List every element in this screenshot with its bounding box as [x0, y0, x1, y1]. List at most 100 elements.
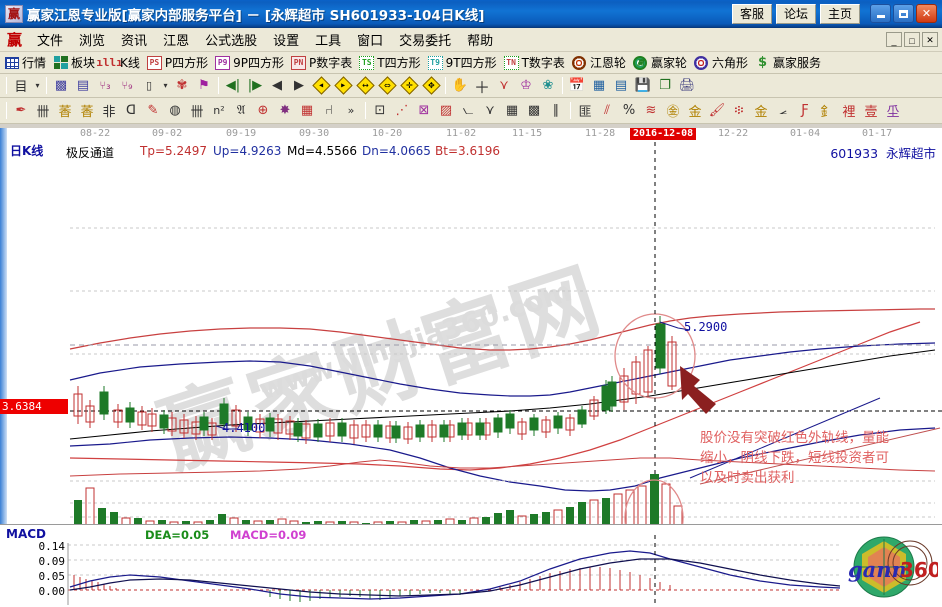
toolbar-p-number-button[interactable]: PN P数字表	[289, 53, 357, 73]
toolbar-t-square-button[interactable]: TS T四方形	[357, 53, 425, 73]
arch-icon[interactable]: ፨	[728, 100, 750, 121]
wave9-icon[interactable]: ⑂₉	[116, 75, 138, 96]
last-page-icon[interactable]: |▶	[244, 75, 266, 96]
toolbar-kline-button[interactable]: ıllı K线	[96, 53, 145, 73]
gann-fan-gold2-icon[interactable]: 萫	[76, 100, 98, 121]
first-page-icon[interactable]: ◀|	[222, 75, 244, 96]
pencil-red-icon[interactable]: ✎	[142, 100, 164, 121]
zoom-in-icon[interactable]: ↔	[354, 75, 376, 96]
toolbar-9t-square-button[interactable]: T9 9T四方形	[426, 53, 502, 73]
zigzag-icon[interactable]: ⋎	[479, 100, 501, 121]
box-diagonal-icon[interactable]: ⊠	[413, 100, 435, 121]
wave3-icon[interactable]: ⑂₃	[94, 75, 116, 96]
fork2-icon[interactable]: 卌	[186, 100, 208, 121]
minimize-button[interactable]	[870, 4, 891, 23]
grid-fine-icon[interactable]: ▦	[501, 100, 523, 121]
grid-dense-icon[interactable]: ▩	[523, 100, 545, 121]
close-button[interactable]: ✕	[916, 4, 937, 23]
mdi-minimize-button[interactable]: _	[886, 32, 902, 47]
gold-circle-icon[interactable]: ㊎	[662, 100, 684, 121]
menu-item-browse[interactable]: 浏览	[71, 28, 113, 51]
calculator-icon[interactable]: ▦	[588, 75, 610, 96]
frame-icon[interactable]: ⊡	[369, 100, 391, 121]
customer-service-button[interactable]: 客服	[732, 3, 772, 24]
menu-item-window[interactable]: 窗口	[349, 28, 391, 51]
overlay-icon[interactable]: ▩	[50, 75, 72, 96]
angle-up-icon[interactable]: ⦟	[772, 100, 794, 121]
layer-icon[interactable]: 裡	[838, 100, 860, 121]
menu-item-trade[interactable]: 交易委托	[391, 28, 459, 51]
parallel-icon[interactable]: ∥	[545, 100, 567, 121]
toolbar-quotes-button[interactable]: 行情	[2, 53, 51, 73]
macd-panel[interactable]: MACD DEA=0.05 MACD=0.09 0.14 0.09 0.05 0…	[0, 524, 942, 607]
document-icon[interactable]: ▤	[72, 75, 94, 96]
toolbar-winner-wheel-button[interactable]: 赢 赢家轮	[631, 53, 692, 73]
fib-fan-icon[interactable]: 非	[98, 100, 120, 121]
toolbar-sector-button[interactable]: 板块	[51, 53, 100, 73]
gold-angle-icon[interactable]: 釒	[816, 100, 838, 121]
gold-bar-icon[interactable]: 金	[750, 100, 772, 121]
pen-icon[interactable]: ✒	[10, 100, 32, 121]
menu-item-news[interactable]: 资讯	[113, 28, 155, 51]
copy-icon[interactable]: ❐	[654, 75, 676, 96]
draw-line-icon[interactable]: ⋎	[493, 75, 515, 96]
calendar-day-icon[interactable]: 目	[10, 75, 32, 96]
homepage-button[interactable]: 主页	[820, 3, 860, 24]
percent-icon[interactable]: %	[618, 100, 640, 121]
toolbar-p-square-button[interactable]: PS P四方形	[145, 53, 213, 73]
mdi-close-button[interactable]: ✕	[922, 32, 938, 47]
menu-item-settings[interactable]: 设置	[265, 28, 307, 51]
pattern-icon[interactable]: ✾	[171, 75, 193, 96]
percent-line-icon[interactable]: ≋	[640, 100, 662, 121]
angle-icon[interactable]: ⑁	[318, 100, 340, 121]
ratio-icon[interactable]: 坕	[882, 100, 904, 121]
gann-fan-gold-icon[interactable]: 萫	[54, 100, 76, 121]
fork-icon[interactable]: 卌	[32, 100, 54, 121]
toolbar-hexagon-button[interactable]: 六角形	[692, 53, 753, 73]
toolbar-9p-square-button[interactable]: P9 9P四方形	[213, 53, 289, 73]
circle-scale-icon[interactable]: ◍	[164, 100, 186, 121]
hand-icon[interactable]: ✋	[449, 75, 471, 96]
zoom-out-icon[interactable]: ⇔	[376, 75, 398, 96]
dropdown-arrow-icon[interactable]: ▾	[32, 75, 43, 96]
brain-icon[interactable]: ❀	[537, 75, 559, 96]
menu-item-formula[interactable]: 公式选股	[197, 28, 265, 51]
menu-item-file[interactable]: 文件	[29, 28, 71, 51]
gold-line-icon[interactable]: 金	[684, 100, 706, 121]
crown-icon[interactable]: ♔	[515, 75, 537, 96]
next-page-icon[interactable]: ▶	[288, 75, 310, 96]
star-burst-icon[interactable]: ✸	[274, 100, 296, 121]
print-icon[interactable]: 🖨	[676, 75, 698, 96]
nsquare-icon[interactable]: n²	[208, 100, 230, 121]
prev-page-icon[interactable]: ◀	[266, 75, 288, 96]
toolbar-winner-service-button[interactable]: $ 赢家服务	[753, 53, 826, 73]
move-icon[interactable]: ✥	[420, 75, 442, 96]
brush-icon[interactable]: 🖌	[706, 100, 728, 121]
menu-item-help[interactable]: 帮助	[459, 28, 501, 51]
save-icon[interactable]: 💾	[632, 75, 654, 96]
more-icon[interactable]: »	[340, 100, 362, 121]
ruler-icon[interactable]: 匪	[574, 100, 596, 121]
vault-icon[interactable]: 壹	[860, 100, 882, 121]
report-icon[interactable]: ▤	[610, 75, 632, 96]
zoom-right-icon[interactable]: ▸	[332, 75, 354, 96]
bar-icon[interactable]: ▯	[138, 75, 160, 96]
angle-line-icon[interactable]: ⦦	[457, 100, 479, 121]
target-icon[interactable]: ⊕	[252, 100, 274, 121]
percent-fan-icon[interactable]: ⫽	[596, 100, 618, 121]
mdi-restore-button[interactable]: □	[904, 32, 920, 47]
calendar21-icon[interactable]: 📅	[566, 75, 588, 96]
zoom-left-icon[interactable]: ◂	[310, 75, 332, 96]
flag-icon[interactable]: ⚑	[193, 75, 215, 96]
expand-icon[interactable]: ✛	[398, 75, 420, 96]
chart-canvas[interactable]: 赢家财富网 www.yingjia360.com QQ:100800360 08…	[0, 128, 942, 607]
dropdown-arrow2-icon[interactable]: ▾	[160, 75, 171, 96]
box-shade-icon[interactable]: ▨	[435, 100, 457, 121]
f-line-icon[interactable]: Ƒ	[794, 100, 816, 121]
toolbar-gann-wheel-button[interactable]: 江恩轮	[570, 53, 631, 73]
maximize-button[interactable]	[893, 4, 914, 23]
crosshair-icon[interactable]: ＋	[471, 75, 493, 97]
menu-item-gann[interactable]: 江恩	[155, 28, 197, 51]
menu-item-tools[interactable]: 工具	[307, 28, 349, 51]
square-grid-icon[interactable]: ▦	[296, 100, 318, 121]
